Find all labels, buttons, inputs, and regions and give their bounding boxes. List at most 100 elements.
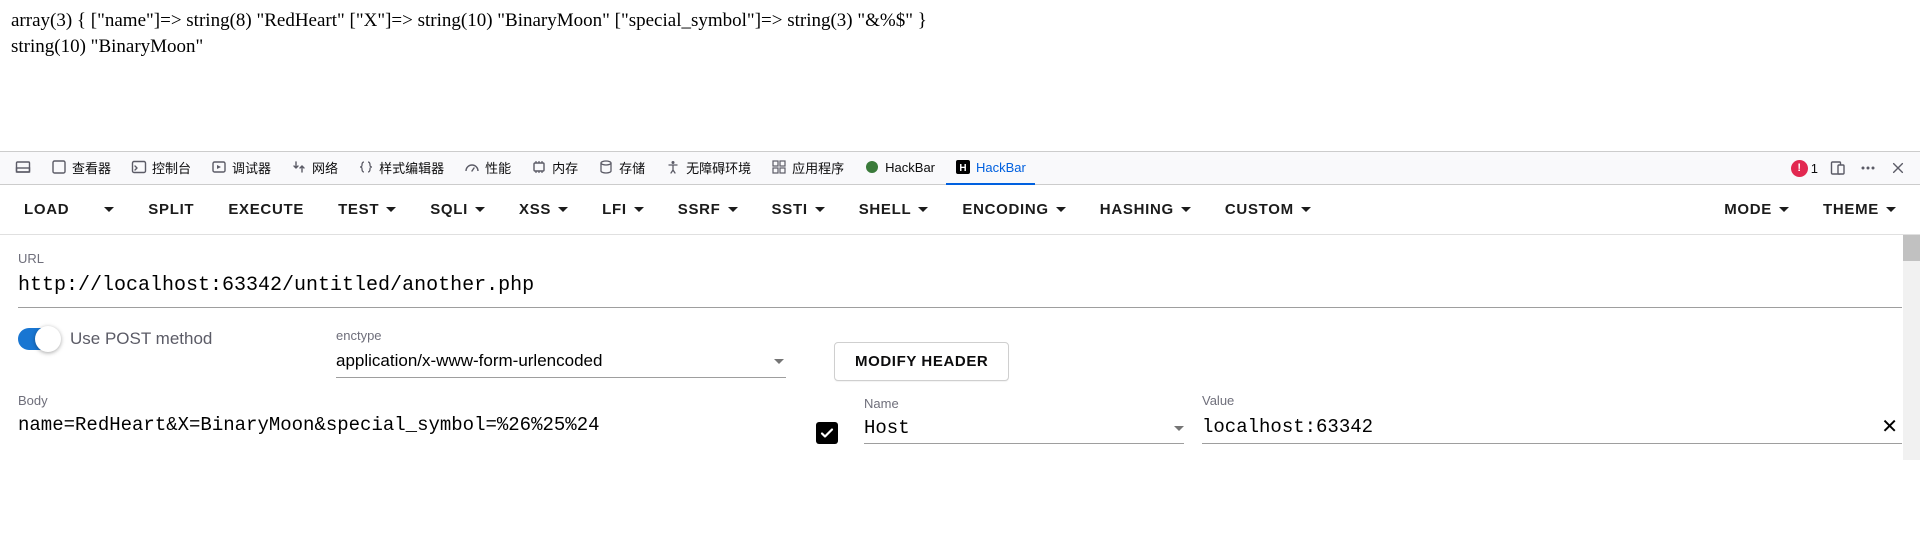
sqli-dropdown[interactable]: SQLI [424, 192, 491, 228]
caret-down-icon [558, 207, 568, 212]
header-value-input[interactable]: localhost:63342 ✕ [1202, 410, 1902, 444]
header-name-label: Name [864, 396, 1184, 411]
tab-debugger[interactable]: 调试器 [202, 152, 280, 185]
tab-hackbar-active[interactable]: H HackBar [946, 152, 1035, 185]
hackbar-green-icon [864, 159, 880, 175]
enctype-value: application/x-www-form-urlencoded [336, 351, 602, 371]
tab-label: 样式编辑器 [379, 158, 444, 177]
caret-down-icon [475, 207, 485, 212]
tab-label: 无障碍环境 [686, 158, 751, 177]
performance-icon [464, 159, 480, 175]
dock-icon [15, 159, 31, 175]
encoding-dropdown[interactable]: ENCODING [956, 192, 1071, 228]
header-name-select[interactable]: Host [864, 413, 1184, 444]
body-label: Body [18, 393, 788, 408]
caret-down-icon [1779, 207, 1789, 212]
caret-down-icon [728, 207, 738, 212]
page-php-output: array(3) { ["name"]=> string(8) "RedHear… [0, 0, 1920, 67]
load-button[interactable]: LOAD [18, 192, 75, 228]
responsive-design-icon[interactable] [1828, 158, 1848, 178]
body-input[interactable]: name=RedHeart&X=BinaryMoon&special_symbo… [18, 408, 788, 444]
application-icon [771, 159, 787, 175]
caret-down-icon [634, 207, 644, 212]
tab-console[interactable]: 控制台 [122, 152, 200, 185]
scrollbar-track[interactable] [1903, 235, 1920, 460]
xss-dropdown[interactable]: XSS [513, 192, 574, 228]
caret-down-icon [918, 207, 928, 212]
enctype-select[interactable]: application/x-www-form-urlencoded [336, 345, 786, 378]
output-line-1: array(3) { ["name"]=> string(8) "RedHear… [11, 8, 1909, 34]
execute-button[interactable]: EXECUTE [222, 192, 310, 228]
tab-memory[interactable]: 内存 [522, 152, 587, 185]
caret-down-icon [1056, 207, 1066, 212]
devtools-panel: 查看器 控制台 调试器 网络 样式编辑器 性能 内存 存储 [0, 151, 1920, 460]
url-input[interactable]: http://localhost:63342/untitled/another.… [18, 266, 1902, 308]
lfi-dropdown[interactable]: LFI [596, 192, 650, 228]
mode-dropdown[interactable]: MODE [1718, 192, 1795, 228]
caret-down-icon [1174, 426, 1184, 431]
hackbar-toolbar: LOAD SPLIT EXECUTE TEST SQLI XSS LFI SSR… [0, 185, 1920, 235]
tab-label: 存储 [619, 158, 645, 177]
error-badge[interactable]: ! 1 [1791, 160, 1818, 177]
tab-label: 控制台 [152, 158, 191, 177]
split-button[interactable]: SPLIT [142, 192, 200, 228]
tab-hackbar-green[interactable]: HackBar [855, 152, 944, 185]
hashing-dropdown[interactable]: HASHING [1094, 192, 1197, 228]
header-name-value: Host [864, 417, 1168, 439]
enctype-label: enctype [336, 328, 786, 343]
header-value-label: Value [1202, 393, 1902, 408]
tab-application[interactable]: 应用程序 [762, 152, 853, 185]
header-value-text: localhost:63342 [1202, 416, 1869, 438]
caret-down-icon [774, 359, 784, 364]
tab-network[interactable]: 网络 [282, 152, 347, 185]
caret-down-icon [386, 207, 396, 212]
modify-header-button[interactable]: MODIFY HEADER [834, 342, 1009, 381]
use-post-label: Use POST method [70, 329, 212, 349]
style-editor-icon [358, 159, 374, 175]
storage-icon [598, 159, 614, 175]
hackbar-h-icon: H [955, 159, 971, 175]
ssrf-dropdown[interactable]: SSRF [672, 192, 744, 228]
svg-text:H: H [959, 163, 966, 174]
error-count: 1 [1811, 161, 1818, 176]
theme-dropdown[interactable]: THEME [1817, 192, 1902, 228]
url-label: URL [18, 251, 1902, 266]
debugger-icon [211, 159, 227, 175]
tab-inspector[interactable]: 查看器 [42, 152, 120, 185]
custom-dropdown[interactable]: CUSTOM [1219, 192, 1317, 228]
tab-label: 性能 [485, 158, 511, 177]
tab-label: 查看器 [72, 158, 111, 177]
header-enabled-checkbox[interactable] [816, 422, 838, 444]
close-devtools-icon[interactable] [1888, 158, 1908, 178]
tab-label: HackBar [885, 160, 935, 175]
toggle-knob [35, 326, 61, 352]
caret-down-icon [815, 207, 825, 212]
tab-label: HackBar [976, 160, 1026, 175]
tab-performance[interactable]: 性能 [455, 152, 520, 185]
ssti-dropdown[interactable]: SSTI [766, 192, 831, 228]
tab-label: 内存 [552, 158, 578, 177]
tab-accessibility[interactable]: 无障碍环境 [656, 152, 760, 185]
delete-header-icon[interactable]: ✕ [1877, 414, 1902, 439]
console-icon [131, 159, 147, 175]
test-dropdown[interactable]: TEST [332, 192, 402, 228]
use-post-toggle[interactable] [18, 328, 58, 350]
caret-down-icon [1301, 207, 1311, 212]
accessibility-icon [665, 159, 681, 175]
load-dropdown[interactable] [97, 192, 120, 228]
tab-label: 网络 [312, 158, 338, 177]
tab-label: 应用程序 [792, 158, 844, 177]
more-options-icon[interactable] [1858, 158, 1878, 178]
shell-dropdown[interactable]: SHELL [853, 192, 935, 228]
caret-down-icon [1886, 207, 1896, 212]
tab-storage[interactable]: 存储 [589, 152, 654, 185]
output-line-2: string(10) "BinaryMoon" [11, 34, 1909, 60]
scrollbar-thumb[interactable] [1903, 235, 1920, 261]
caret-down-icon [104, 207, 114, 212]
tab-inspector-dock-icon[interactable] [6, 152, 40, 185]
memory-icon [531, 159, 547, 175]
caret-down-icon [1181, 207, 1191, 212]
inspector-icon [51, 159, 67, 175]
tab-style-editor[interactable]: 样式编辑器 [349, 152, 453, 185]
hackbar-panel: URL http://localhost:63342/untitled/anot… [0, 235, 1920, 460]
